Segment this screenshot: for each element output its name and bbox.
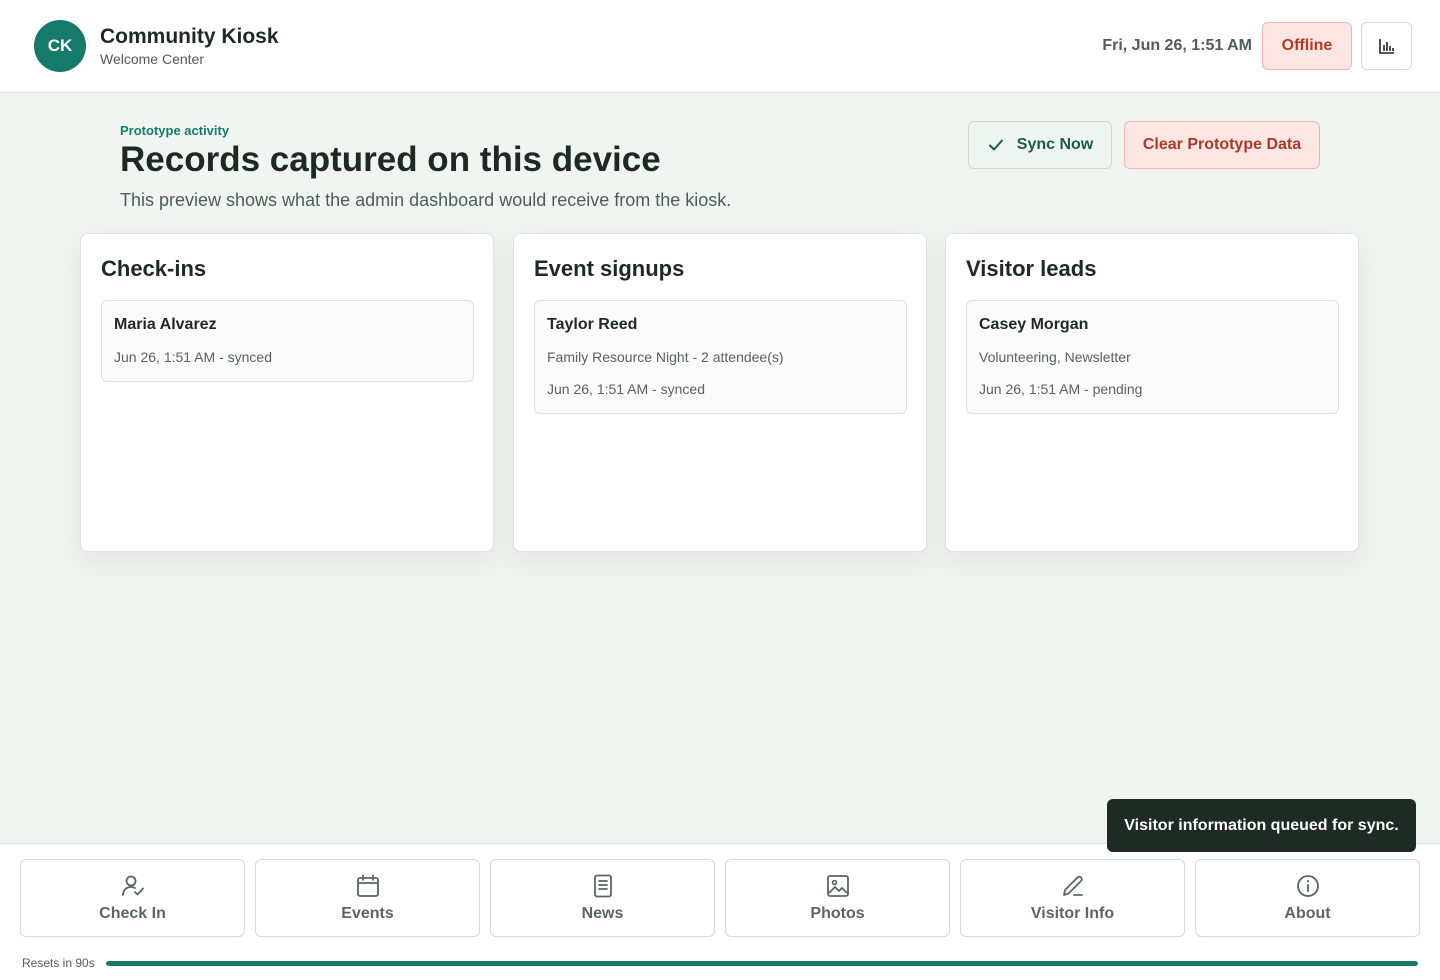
- panel-title: Check-ins: [101, 256, 207, 281]
- nav-label: Check In: [99, 905, 166, 922]
- nav-label: About: [1284, 905, 1331, 922]
- bar-chart-icon: [1378, 39, 1394, 54]
- record-detail: Jun 26, 1:51 AM - pending: [979, 381, 1143, 397]
- brand-avatar: CK: [34, 20, 86, 72]
- info-icon: [1295, 873, 1321, 899]
- calendar-icon: [355, 873, 381, 899]
- page-title: Records captured on this device: [120, 140, 661, 179]
- reset-progress-fill: [106, 961, 1418, 966]
- app-header: CK Community Kiosk Welcome Center Fri, J…: [0, 0, 1440, 93]
- sync-now-label: Sync Now: [1016, 136, 1094, 153]
- app-title: Community Kiosk: [100, 25, 279, 48]
- record-card: Maria Alvarez Jun 26, 1:51 AM - synced: [101, 300, 474, 382]
- nav-label: News: [581, 905, 624, 922]
- record-detail: Jun 26, 1:51 AM - synced: [547, 381, 705, 397]
- stats-button[interactable]: [1361, 22, 1412, 70]
- nav-events-button[interactable]: Events: [255, 859, 480, 937]
- nav-news-button[interactable]: News: [490, 859, 715, 937]
- nav-visitor-info-button[interactable]: Visitor Info: [960, 859, 1185, 937]
- reset-timer-label: Resets in 90s: [22, 956, 95, 970]
- nav-check-in-button[interactable]: Check In: [20, 859, 245, 937]
- panel-title: Event signups: [534, 256, 685, 281]
- record-name: Taylor Reed: [547, 316, 638, 333]
- record-card: Taylor Reed Family Resource Night - 2 at…: [534, 300, 907, 414]
- nav-about-button[interactable]: About: [1195, 859, 1420, 937]
- person-check-icon: [120, 873, 146, 899]
- checkmark-icon: [988, 139, 1003, 151]
- header-datetime: Fri, Jun 26, 1:51 AM: [1102, 37, 1252, 54]
- pencil-icon: [1060, 873, 1086, 899]
- check-ins-panel: Check-ins Maria Alvarez Jun 26, 1:51 AM …: [80, 233, 494, 552]
- document-icon: [590, 873, 616, 899]
- record-detail: Family Resource Night - 2 attendee(s): [547, 349, 784, 365]
- page-description: This preview shows what the admin dashbo…: [120, 190, 732, 210]
- panel-title: Visitor leads: [966, 256, 1097, 281]
- reset-progress-bar: [106, 961, 1418, 966]
- offline-status-button[interactable]: Offline: [1262, 22, 1352, 70]
- nav-label: Events: [341, 905, 394, 922]
- bottom-navigation: Check In Events News Photos Visitor Info…: [0, 843, 1440, 980]
- nav-label: Visitor Info: [1030, 905, 1115, 922]
- event-signups-panel: Event signups Taylor Reed Family Resourc…: [513, 233, 927, 552]
- record-name: Casey Morgan: [979, 316, 1089, 333]
- page-eyebrow: Prototype activity: [120, 123, 230, 138]
- record-name: Maria Alvarez: [114, 316, 217, 333]
- toast-notification: Visitor information queued for sync.: [1107, 799, 1416, 852]
- nav-photos-button[interactable]: Photos: [725, 859, 950, 937]
- clear-prototype-data-button[interactable]: Clear Prototype Data: [1124, 121, 1320, 169]
- record-card: Casey Morgan Volunteering, Newsletter Ju…: [966, 300, 1339, 414]
- nav-label: Photos: [810, 905, 865, 922]
- image-icon: [825, 873, 851, 899]
- record-detail: Volunteering, Newsletter: [979, 349, 1131, 365]
- visitor-leads-panel: Visitor leads Casey Morgan Volunteering,…: [945, 233, 1359, 552]
- app-subtitle: Welcome Center: [100, 51, 205, 67]
- sync-now-button[interactable]: Sync Now: [968, 121, 1112, 169]
- record-detail: Jun 26, 1:51 AM - synced: [114, 349, 272, 365]
